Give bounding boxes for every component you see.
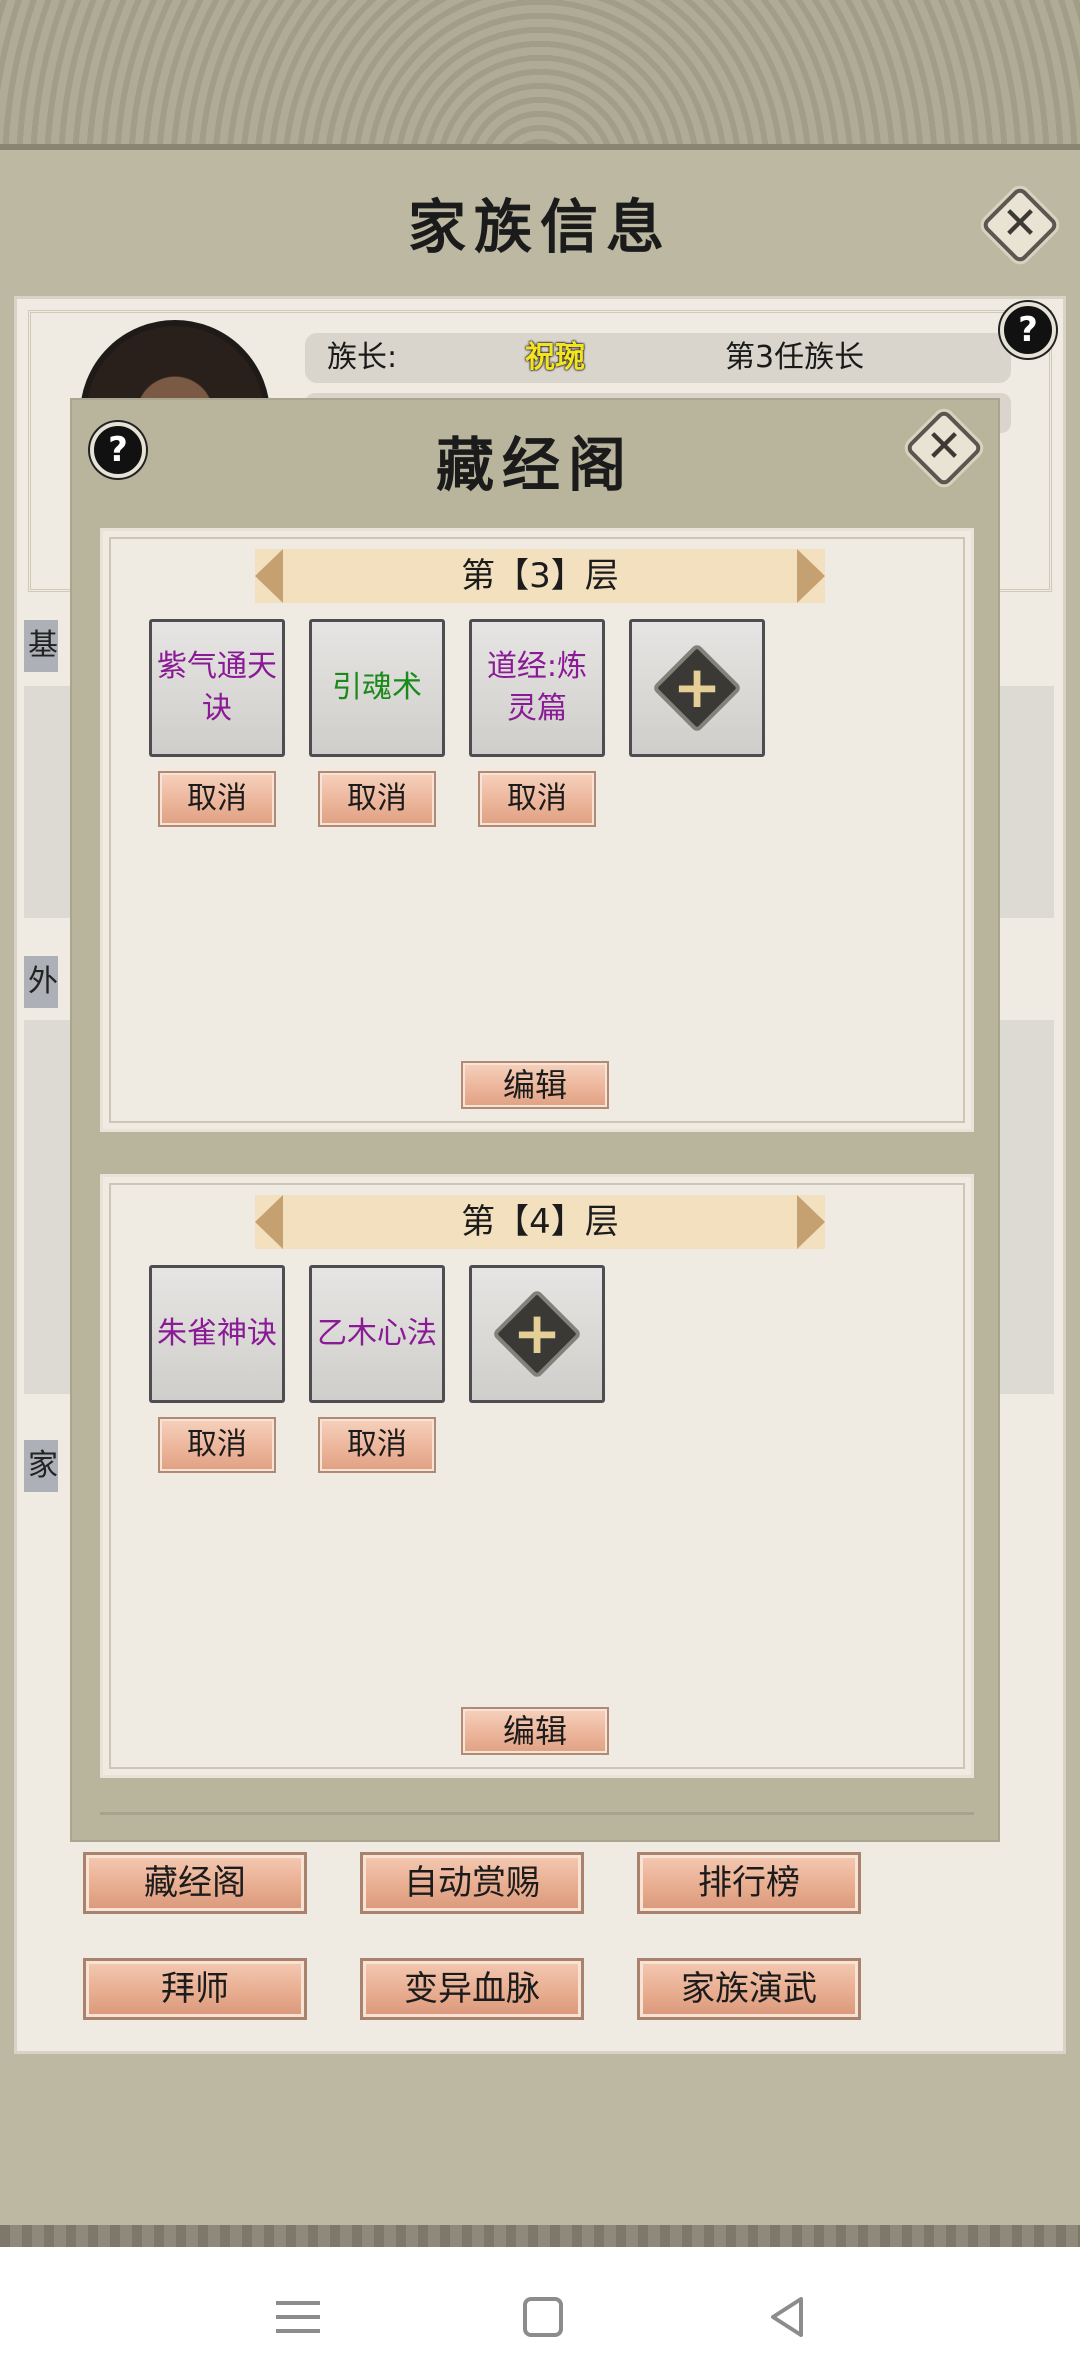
- add-icon: +: [672, 653, 722, 721]
- leader-row: 族长: 祝琬 第3任族长: [305, 333, 1011, 383]
- side-tab-outer[interactable]: 外: [24, 956, 58, 1008]
- cancel-button[interactable]: 取消: [318, 1417, 436, 1473]
- add-icon: +: [512, 1299, 562, 1367]
- floor-header-4: 第【4】层: [255, 1195, 825, 1249]
- leader-generation: 第3任族长: [725, 340, 865, 375]
- side-tab-family[interactable]: 家: [24, 1440, 58, 1492]
- family-tournament-button[interactable]: 家族演武: [637, 1958, 861, 2020]
- technique-slot[interactable]: 朱雀神诀: [149, 1265, 285, 1403]
- bottom-decoration: [0, 2225, 1080, 2247]
- floor-header-3: 第【3】层: [255, 549, 825, 603]
- apprentice-button[interactable]: 拜师: [83, 1958, 307, 2020]
- leader-label: 族长:: [327, 340, 398, 375]
- technique-slot[interactable]: 乙木心法: [309, 1265, 445, 1403]
- leader-name: 祝琬: [525, 340, 585, 375]
- ranking-button[interactable]: 排行榜: [637, 1852, 861, 1914]
- edit-button[interactable]: 编辑: [461, 1061, 609, 1109]
- edit-button[interactable]: 编辑: [461, 1707, 609, 1755]
- close-icon: ✕: [925, 421, 963, 472]
- library-button[interactable]: 藏经阁: [83, 1852, 307, 1914]
- menu-icon[interactable]: [268, 2287, 328, 2347]
- close-icon: ✕: [1001, 198, 1039, 249]
- cancel-button[interactable]: 取消: [158, 771, 276, 827]
- help-icon: ?: [1018, 310, 1038, 350]
- dialog-scrollbar[interactable]: [100, 1812, 974, 1815]
- next-arrow-icon[interactable]: [797, 549, 825, 603]
- home-icon[interactable]: [513, 2287, 573, 2347]
- back-icon[interactable]: [757, 2287, 817, 2347]
- floor-header-label: 第【4】层: [461, 1202, 619, 1242]
- side-tab-basic[interactable]: 基: [24, 620, 58, 672]
- family-help-button[interactable]: ?: [1000, 302, 1056, 358]
- cancel-button[interactable]: 取消: [318, 771, 436, 827]
- next-arrow-icon[interactable]: [797, 1195, 825, 1249]
- family-close-button[interactable]: ✕: [980, 185, 1060, 265]
- add-technique-slot[interactable]: +: [629, 619, 765, 757]
- prev-arrow-icon[interactable]: [255, 549, 283, 603]
- system-nav-bar: [0, 2247, 1080, 2377]
- cancel-button[interactable]: 取消: [478, 771, 596, 827]
- cancel-button[interactable]: 取消: [158, 1417, 276, 1473]
- floor-panel-4: 第【4】层 朱雀神诀 乙木心法 + 取消 取消 编辑: [100, 1174, 974, 1778]
- prev-arrow-icon[interactable]: [255, 1195, 283, 1249]
- page-title: 家族信息: [407, 193, 672, 261]
- floor-panel-3: 第【3】层 紫气通天诀 引魂术 道经:炼灵篇 + 取消 取消 取消 编辑: [100, 528, 974, 1132]
- top-decoration: [0, 0, 1080, 150]
- technique-slot[interactable]: 道经:炼灵篇: [469, 619, 605, 757]
- library-close-button[interactable]: ✕: [904, 408, 984, 488]
- floor-header-label: 第【3】层: [461, 556, 619, 596]
- library-title: 藏经阁: [435, 431, 634, 499]
- technique-slot[interactable]: 引魂术: [309, 619, 445, 757]
- mutant-bloodline-button[interactable]: 变异血脉: [360, 1958, 584, 2020]
- auto-reward-button[interactable]: 自动赏赐: [360, 1852, 584, 1914]
- add-technique-slot[interactable]: +: [469, 1265, 605, 1403]
- technique-slot[interactable]: 紫气通天诀: [149, 619, 285, 757]
